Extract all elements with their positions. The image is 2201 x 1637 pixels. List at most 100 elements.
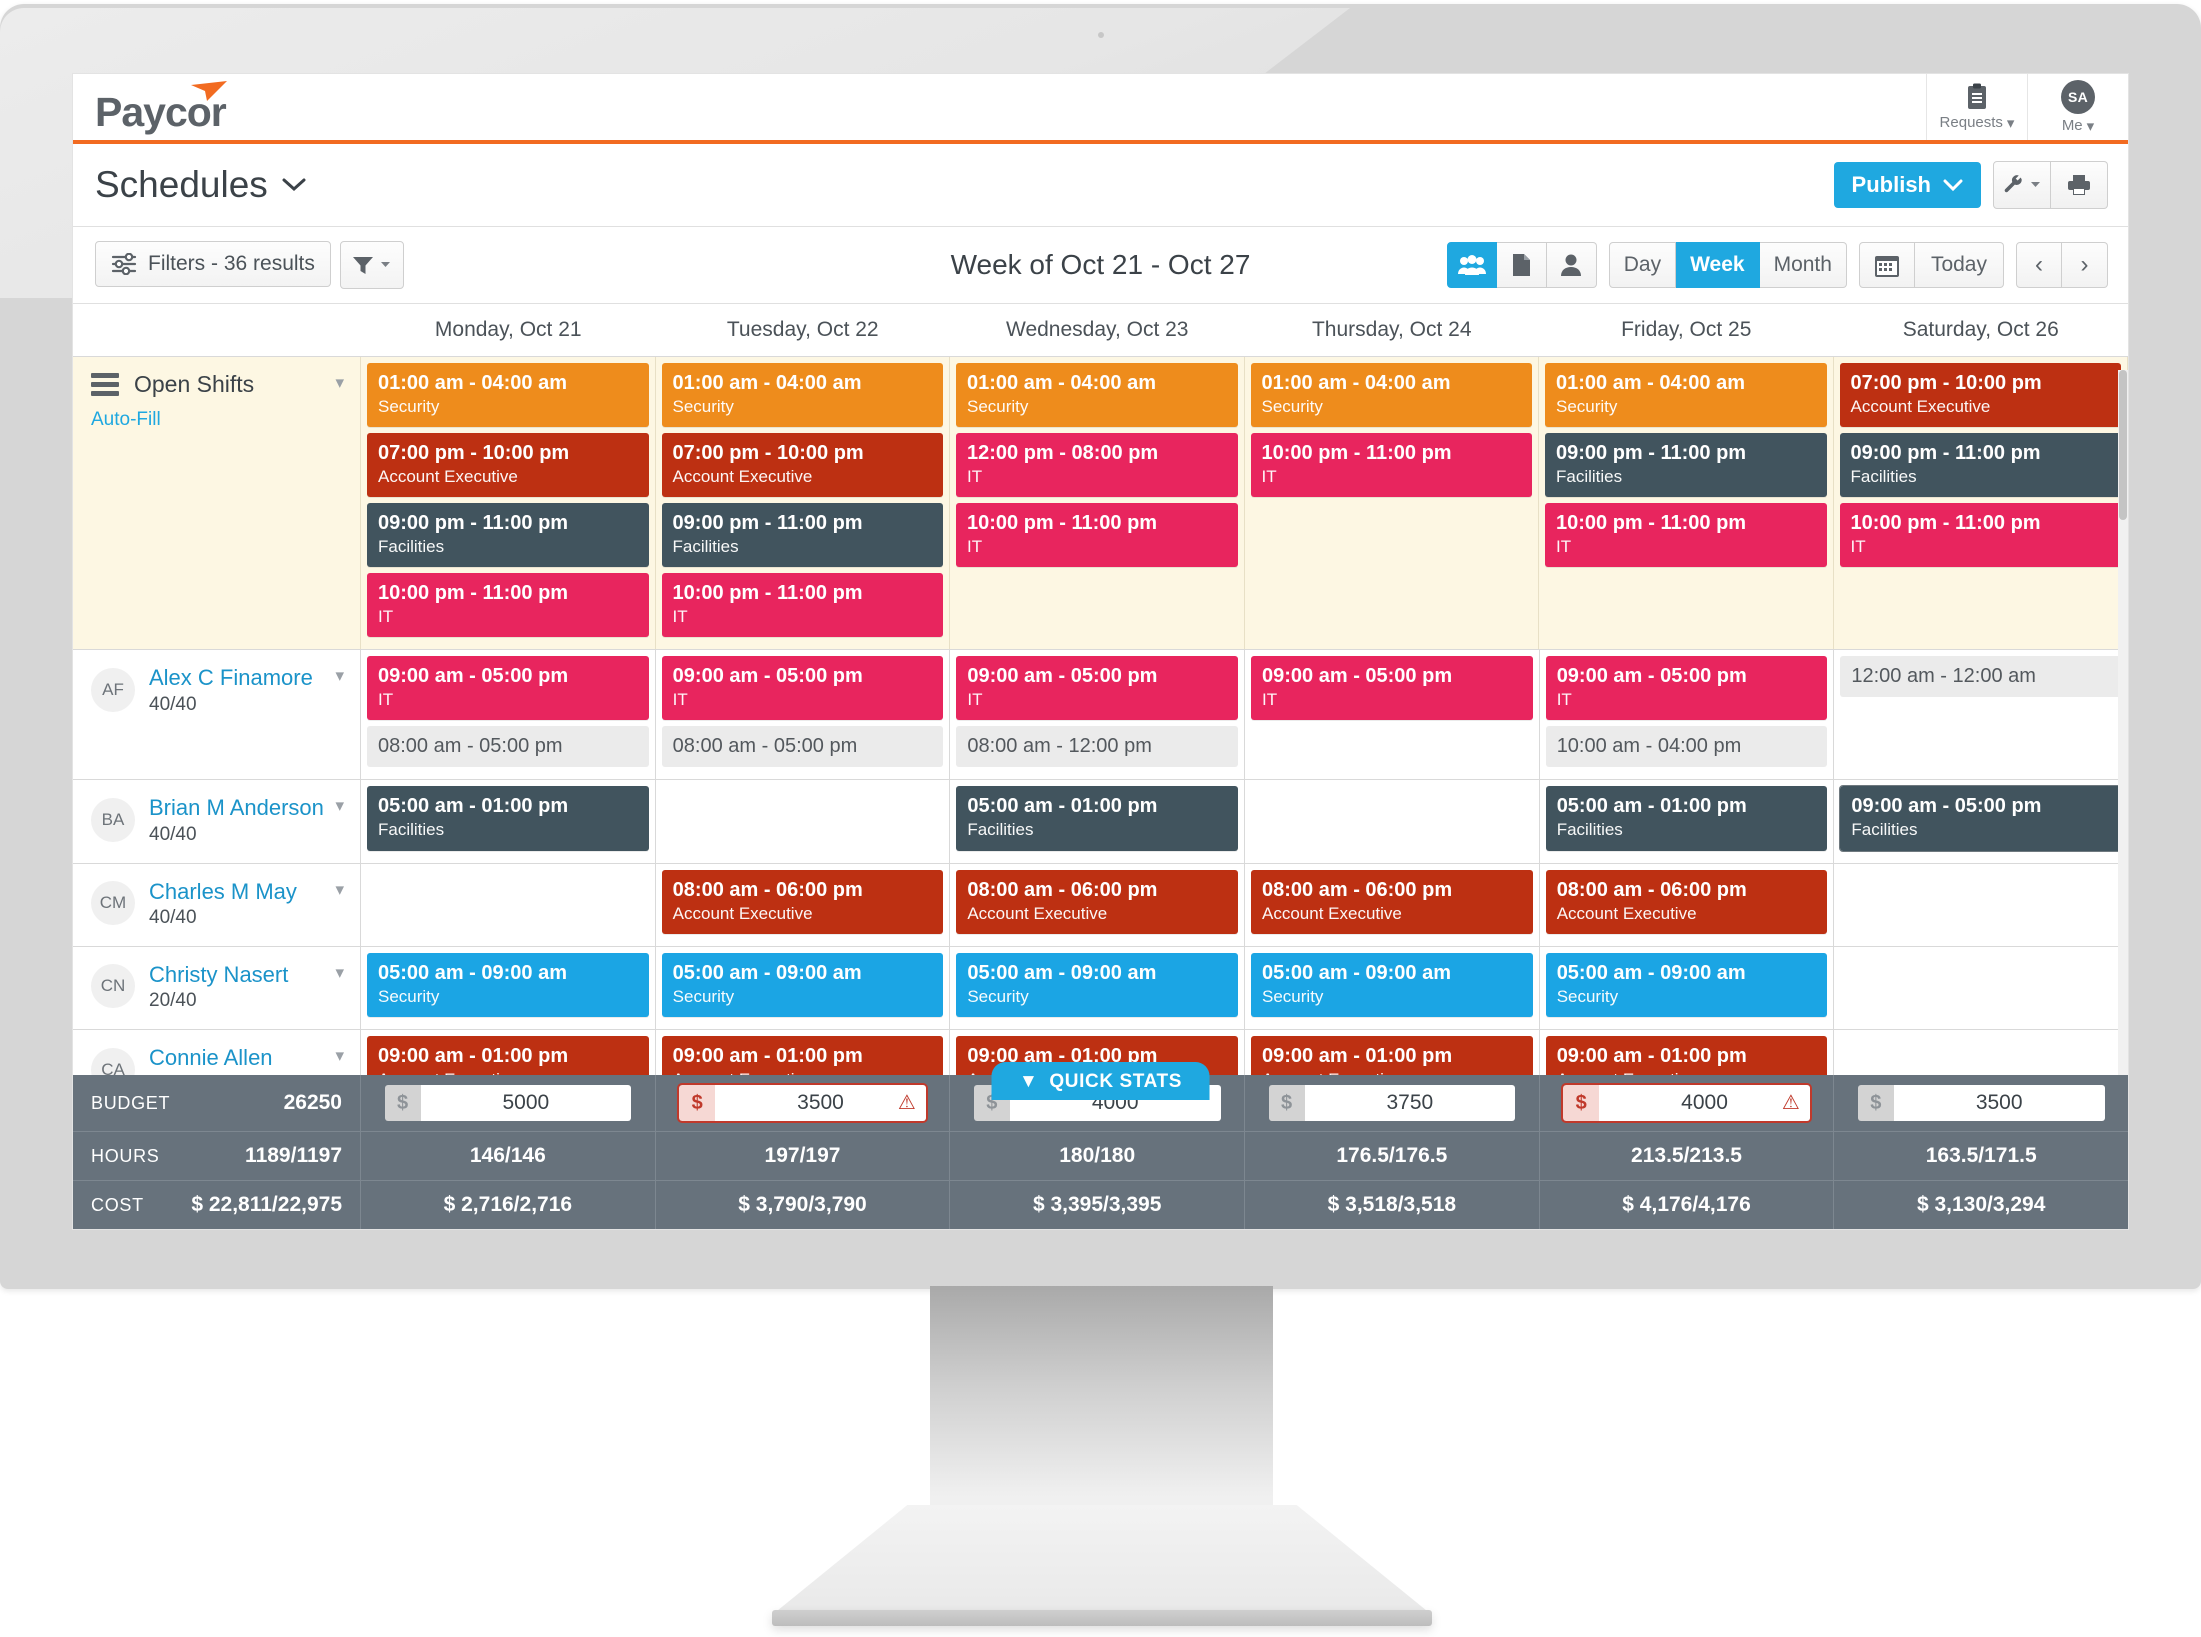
day-cell[interactable]: 05:00 am - 09:00 am Security	[361, 946, 656, 1029]
shift-block[interactable]: 10:00 pm - 11:00 pm IT	[1545, 503, 1827, 568]
day-cell[interactable]: 09:00 am - 05:00 pm IT 08:00 am - 12:00 pm	[950, 650, 1246, 780]
shift-block[interactable]: 05:00 am - 09:00 am Security	[661, 952, 944, 1017]
next-week-button[interactable]: ›	[2062, 242, 2108, 288]
day-cell[interactable]: 01:00 am - 04:00 am Security 07:00 pm - 10…	[656, 357, 950, 650]
day-cell[interactable]	[656, 780, 951, 863]
chevron-down-icon[interactable]: ▾	[335, 373, 344, 393]
grid-scrollbar-thumb[interactable]	[2119, 370, 2127, 520]
chevron-down-icon[interactable]: ▾	[335, 963, 344, 983]
shift-block[interactable]: 10:00 pm - 11:00 pm IT	[367, 573, 649, 638]
shift-block[interactable]: 09:00 am - 05:00 pm IT	[661, 656, 944, 721]
shift-block[interactable]: 12:00 pm - 08:00 pm IT	[956, 433, 1238, 498]
grid-scrollbar[interactable]	[2118, 370, 2128, 1100]
view-person-button[interactable]	[1546, 242, 1597, 288]
shift-block[interactable]: 10:00 pm - 11:00 pm IT	[661, 573, 943, 638]
shift-block[interactable]: 07:00 pm - 10:00 pm Account Executive	[1839, 363, 2121, 428]
day-cell[interactable]	[1834, 947, 2128, 1029]
prev-week-button[interactable]: ‹	[2016, 242, 2062, 288]
shift-block[interactable]: 08:00 am - 06:00 pm Account Executive	[661, 869, 944, 934]
shift-block[interactable]: 05:00 am - 09:00 am Security	[1251, 952, 1533, 1017]
shift-block[interactable]: 08:00 am - 06:00 pm Account Executive	[1545, 869, 1828, 934]
shift-block[interactable]: 05:00 am - 01:00 pm Facilities	[1545, 786, 1828, 851]
range-day-button[interactable]: Day	[1608, 242, 1677, 288]
shift-block[interactable]: 09:00 am - 05:00 pm IT	[1251, 656, 1533, 721]
today-button[interactable]: Today	[1914, 242, 2004, 288]
open-shifts-title-wrap[interactable]: Open Shifts	[91, 371, 346, 398]
me-menu[interactable]: SA Me ▾	[2027, 74, 2128, 140]
day-cell[interactable]: 05:00 am - 09:00 am Security	[1245, 946, 1540, 1029]
employee-name[interactable]: Connie Allen	[149, 1044, 273, 1072]
budget-field[interactable]: $5000	[384, 1085, 632, 1121]
day-cell[interactable]: 09:00 am - 05:00 pm IT 08:00 am - 05:00 pm	[361, 650, 656, 780]
budget-input[interactable]: 5000	[420, 1085, 632, 1121]
budget-input[interactable]: 3750	[1304, 1085, 1516, 1121]
print-button[interactable]	[2051, 161, 2108, 209]
day-cell[interactable]: 08:00 am - 06:00 pm Account Executive	[950, 863, 1246, 946]
budget-field[interactable]: $4000 ⚠	[1561, 1083, 1812, 1123]
view-document-button[interactable]	[1496, 242, 1547, 288]
day-cell[interactable]: 12:00 am - 12:00 am	[1834, 650, 2128, 779]
shift-block[interactable]: 09:00 am - 05:00 pm IT	[1545, 656, 1828, 721]
paycor-logo[interactable]: Paycor	[95, 79, 283, 135]
day-cell[interactable]: 01:00 am - 04:00 am Security 07:00 pm - 10…	[361, 357, 656, 650]
shift-block[interactable]: 08:00 am - 06:00 pm Account Executive	[956, 869, 1239, 934]
quick-stats-tab[interactable]: ▼ QUICK STATS	[991, 1062, 1210, 1100]
shift-block[interactable]: 10:00 pm - 11:00 pm IT	[956, 503, 1238, 568]
shift-block[interactable]: 01:00 am - 04:00 am Security	[1545, 363, 1827, 428]
settings-wrench-button[interactable]	[1993, 161, 2051, 209]
employee-name[interactable]: Alex C Finamore	[149, 664, 313, 692]
employee-name[interactable]: Charles M May	[149, 878, 297, 906]
shift-block[interactable]: 09:00 am - 05:00 pm IT	[956, 656, 1239, 721]
budget-input[interactable]: 3500	[1893, 1085, 2105, 1121]
day-cell[interactable]: 08:00 am - 06:00 pm Account Executive	[656, 863, 951, 946]
shift-block[interactable]: 05:00 am - 09:00 am Security	[956, 952, 1239, 1017]
day-cell[interactable]: 05:00 am - 01:00 pm Facilities	[950, 780, 1246, 863]
punch-block[interactable]: 08:00 am - 12:00 pm	[956, 726, 1239, 768]
day-cell[interactable]: 08:00 am - 06:00 pm Account Executive	[1245, 863, 1540, 946]
shift-block[interactable]: 09:00 pm - 11:00 pm Facilities	[661, 503, 943, 568]
date-picker-button[interactable]	[1858, 242, 1915, 288]
shift-block[interactable]: 07:00 pm - 10:00 pm Account Executive	[367, 433, 649, 498]
day-cell[interactable]: 08:00 am - 06:00 pm Account Executive	[1540, 863, 1835, 946]
budget-input[interactable]: 4000 ⚠	[1599, 1085, 1810, 1121]
day-cell[interactable]: 07:00 pm - 10:00 pm Account Executive 09:0…	[1834, 357, 2128, 650]
shift-block[interactable]: 09:00 am - 05:00 pm IT	[367, 656, 649, 721]
day-cell[interactable]: 05:00 am - 09:00 am Security	[950, 946, 1246, 1029]
day-cell[interactable]: 05:00 am - 09:00 am Security	[656, 946, 951, 1029]
day-cell[interactable]	[361, 863, 656, 946]
day-cell[interactable]: 05:00 am - 01:00 pm Facilities	[1540, 780, 1835, 863]
shift-block[interactable]: 09:00 pm - 11:00 pm Facilities	[1545, 433, 1827, 498]
punch-block[interactable]: 08:00 am - 05:00 pm	[367, 726, 649, 768]
shift-block[interactable]: 01:00 am - 04:00 am Security	[661, 363, 943, 428]
day-cell[interactable]: 05:00 am - 09:00 am Security	[1540, 946, 1835, 1029]
shift-block[interactable]: 09:00 am - 05:00 pm Facilities	[1839, 785, 2124, 852]
punch-block[interactable]: 08:00 am - 05:00 pm	[661, 726, 944, 768]
range-week-button[interactable]: Week	[1676, 242, 1760, 288]
publish-button[interactable]: Publish	[1833, 162, 1981, 208]
shift-block[interactable]: 05:00 am - 01:00 pm Facilities	[367, 786, 649, 851]
shift-block[interactable]: 05:00 am - 09:00 am Security	[367, 952, 649, 1017]
shift-block[interactable]: 09:00 pm - 11:00 pm Facilities	[1839, 433, 2121, 498]
day-cell[interactable]: 05:00 am - 01:00 pm Facilities	[361, 780, 656, 863]
punch-block[interactable]: 12:00 am - 12:00 am	[1840, 656, 2123, 698]
budget-field[interactable]: $3500	[1857, 1085, 2105, 1121]
requests-menu[interactable]: Requests ▾	[1926, 74, 2027, 140]
view-group-button[interactable]	[1446, 242, 1497, 288]
day-cell[interactable]: 01:00 am - 04:00 am Security 09:00 pm - 11…	[1539, 357, 1834, 650]
shift-block[interactable]: 08:00 am - 06:00 pm Account Executive	[1251, 869, 1533, 934]
shift-block[interactable]: 10:00 pm - 11:00 pm IT	[1839, 503, 2121, 568]
budget-field[interactable]: $3500 ⚠	[677, 1083, 928, 1123]
shift-block[interactable]: 07:00 pm - 10:00 pm Account Executive	[661, 433, 943, 498]
shift-block[interactable]: 09:00 pm - 11:00 pm Facilities	[367, 503, 649, 568]
page-title[interactable]: Schedules	[95, 164, 307, 206]
budget-field[interactable]: $3750	[1268, 1085, 1516, 1121]
day-cell[interactable]: 09:00 am - 05:00 pm IT 08:00 am - 05:00 pm	[656, 650, 951, 780]
day-cell[interactable]: 01:00 am - 04:00 am Security 10:00 pm - 11…	[1245, 357, 1539, 650]
day-cell[interactable]: 09:00 am - 05:00 pm IT 10:00 am - 04:00 pm	[1540, 650, 1835, 780]
filters-button[interactable]: Filters - 36 results	[95, 241, 331, 287]
day-cell[interactable]: 09:00 am - 05:00 pm IT	[1245, 650, 1540, 780]
day-cell[interactable]: 01:00 am - 04:00 am Security 12:00 pm - 08…	[950, 357, 1245, 650]
day-cell[interactable]	[1834, 864, 2128, 946]
shift-block[interactable]: 10:00 pm - 11:00 pm IT	[1250, 433, 1532, 498]
auto-fill-link[interactable]: Auto-Fill	[91, 409, 346, 431]
